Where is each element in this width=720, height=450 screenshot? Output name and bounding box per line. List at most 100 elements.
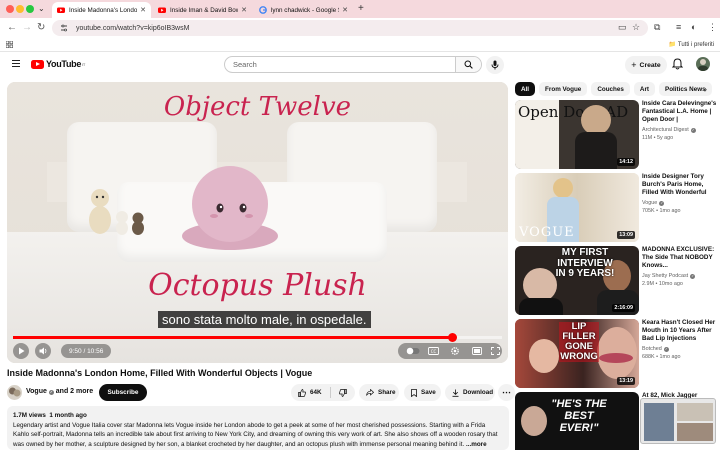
download-button[interactable]: Download: [445, 384, 495, 401]
like-dislike-group: 64K: [291, 384, 355, 401]
tab-bowie[interactable]: Inside Iman & David Bowie's ✕: [153, 2, 252, 18]
address-bar[interactable]: youtube.com/watch?v=kip6oIB3wsM: [52, 20, 648, 36]
volume-icon: [39, 347, 46, 355]
channel-suffix: and 2 more: [55, 388, 94, 395]
channel-avatar[interactable]: [7, 385, 22, 400]
video-channel[interactable]: Jay Shetty Podcast ✓: [642, 273, 696, 279]
youtube-logo[interactable]: YouTube IT: [31, 59, 85, 69]
profile-icon[interactable]: ◐: [691, 22, 696, 32]
recommended-video[interactable]: MY FIRST INTERVIEW IN 9 YEARS! 2:16:09 M…: [515, 246, 720, 316]
tab-title: lynn chadwick - Google Searc: [271, 6, 339, 14]
voice-search-button[interactable]: [486, 56, 504, 74]
show-more-link[interactable]: ...more: [466, 441, 487, 448]
site-settings-icon[interactable]: [60, 24, 68, 32]
video-thumbnail[interactable]: LIP FILLER GONE WRONG 13:19: [515, 319, 639, 388]
maximize-window-button[interactable]: [26, 5, 34, 13]
description-box[interactable]: 1.7M views 1 month ago Legendary artist …: [7, 406, 509, 450]
close-tab-icon[interactable]: ✕: [140, 6, 146, 14]
video-thumbnail[interactable]: Open Door AD 14:12: [515, 100, 639, 169]
view-count: 1.7M views: [13, 412, 46, 419]
channel-name-text: Vogue: [26, 388, 47, 395]
minimize-window-button[interactable]: [16, 5, 24, 13]
tab-groups-icon[interactable]: ≡: [676, 22, 681, 32]
video-channel[interactable]: Vogue ✓: [642, 200, 665, 206]
tab-search-chevron-icon[interactable]: ⌄: [38, 4, 45, 13]
close-tab-icon[interactable]: ✕: [342, 6, 348, 14]
notifications-bell-icon[interactable]: [672, 58, 683, 70]
fullscreen-icon[interactable]: [491, 347, 500, 355]
video-thumbnail[interactable]: MY FIRST INTERVIEW IN 9 YEARS! 2:16:09: [515, 246, 639, 315]
channel-name[interactable]: Vogue ✓ and 2 more: [26, 388, 93, 395]
create-button[interactable]: + Create: [625, 56, 667, 74]
dislike-button[interactable]: [331, 388, 355, 397]
video-duration: 2:16:09: [612, 304, 635, 312]
chip-art[interactable]: Art: [633, 82, 656, 96]
video-meta: 2.9M • 10mo ago: [642, 281, 683, 287]
verified-icon: ✓: [690, 127, 696, 133]
all-bookmarks-link[interactable]: 📁 Tutti i preferiti: [669, 41, 714, 48]
video-duration: 13:09: [617, 231, 635, 239]
reload-icon[interactable]: ↻: [37, 22, 45, 33]
save-button[interactable]: Save: [404, 384, 441, 401]
filter-chips: All From Vogue Couches Art Politics News: [515, 82, 712, 96]
close-tab-icon[interactable]: ✕: [241, 6, 247, 14]
search-box: [224, 56, 482, 73]
recommended-video[interactable]: Open Door AD 14:12 Inside Cara Delevingn…: [515, 100, 720, 170]
description-text: Legendary artist and Vogue Italia cover …: [13, 421, 503, 449]
video-channel[interactable]: Architectural Digest ✓: [642, 127, 696, 133]
extensions-icon[interactable]: ⧉: [654, 22, 660, 33]
video-progress-bar[interactable]: [13, 333, 502, 342]
video-meta: 11M • 5y ago: [642, 135, 674, 141]
create-label: Create: [639, 61, 661, 69]
share-button[interactable]: Share: [359, 384, 399, 401]
play-button[interactable]: [13, 343, 29, 359]
video-channel[interactable]: Botched ✓: [642, 346, 669, 352]
search-input[interactable]: [225, 57, 455, 72]
back-icon[interactable]: ←: [7, 22, 17, 33]
url-text: youtube.com/watch?v=kip6oIB3wsM: [76, 24, 190, 32]
share-arrow-icon: [366, 389, 374, 396]
video-title: MADONNA EXCLUSIVE: The Side That NOBODY …: [642, 246, 715, 270]
google-favicon-icon: [259, 6, 267, 14]
account-avatar[interactable]: [696, 57, 710, 71]
bookmark-star-icon[interactable]: ☆: [632, 22, 640, 33]
search-button[interactable]: [455, 57, 481, 72]
apps-grid-icon[interactable]: [6, 41, 13, 48]
video-thumbnail[interactable]: VOGUE 13:09: [515, 173, 639, 242]
tab-madonna[interactable]: Inside Madonna's London Ho ✕: [52, 2, 151, 18]
channel-row: Vogue ✓ and 2 more Subscribe 64K Share S…: [7, 384, 515, 402]
channel-name-text: Architectural Digest: [642, 127, 689, 133]
theater-mode-icon[interactable]: [472, 347, 482, 355]
recommended-video[interactable]: LIP FILLER GONE WRONG 13:19 Keara Hasn't…: [515, 319, 720, 389]
like-count: 64K: [310, 389, 322, 396]
video-title: Inside Designer Tory Burch's Paris Home,…: [642, 173, 707, 198]
microphone-icon: [491, 60, 499, 70]
hamburger-menu-icon[interactable]: [12, 60, 20, 67]
chip-couches[interactable]: Couches: [591, 82, 630, 96]
recommended-video[interactable]: VOGUE 13:09 Inside Designer Tory Burch's…: [515, 173, 720, 243]
chips-next-icon[interactable]: ›: [704, 84, 707, 94]
play-icon: [18, 347, 24, 355]
more-actions-button[interactable]: ⋯: [498, 384, 515, 401]
chip-from-vogue[interactable]: From Vogue: [539, 82, 588, 96]
more-menu-icon[interactable]: ⋮: [708, 22, 717, 33]
video-small-toys: [89, 189, 144, 235]
cast-icon[interactable]: ▭: [618, 22, 627, 33]
youtube-play-icon: [31, 59, 44, 69]
close-window-button[interactable]: [6, 5, 14, 13]
settings-gear-icon[interactable]: [450, 346, 460, 356]
subscribe-button[interactable]: Subscribe: [99, 384, 147, 401]
video-player[interactable]: Object Twelve Octopus Plush sono stata m…: [7, 82, 508, 363]
autoplay-toggle-icon[interactable]: [406, 347, 420, 355]
forward-icon[interactable]: →: [22, 22, 32, 33]
video-thumbnail[interactable]: "HE'S THE BEST EVER!": [515, 392, 639, 450]
tab-google-search[interactable]: lynn chadwick - Google Searc ✕: [254, 2, 353, 18]
video-age: 5y ago: [656, 135, 674, 141]
volume-button[interactable]: [35, 343, 51, 359]
chip-all[interactable]: All: [515, 82, 536, 96]
picture-in-picture-preview[interactable]: [640, 398, 716, 444]
like-button[interactable]: 64K: [291, 387, 331, 398]
video-title: Keara Hasn't Closed Her Mouth in 10 Year…: [642, 319, 716, 344]
new-tab-button[interactable]: +: [358, 3, 364, 14]
subtitles-icon[interactable]: CC: [428, 347, 439, 355]
